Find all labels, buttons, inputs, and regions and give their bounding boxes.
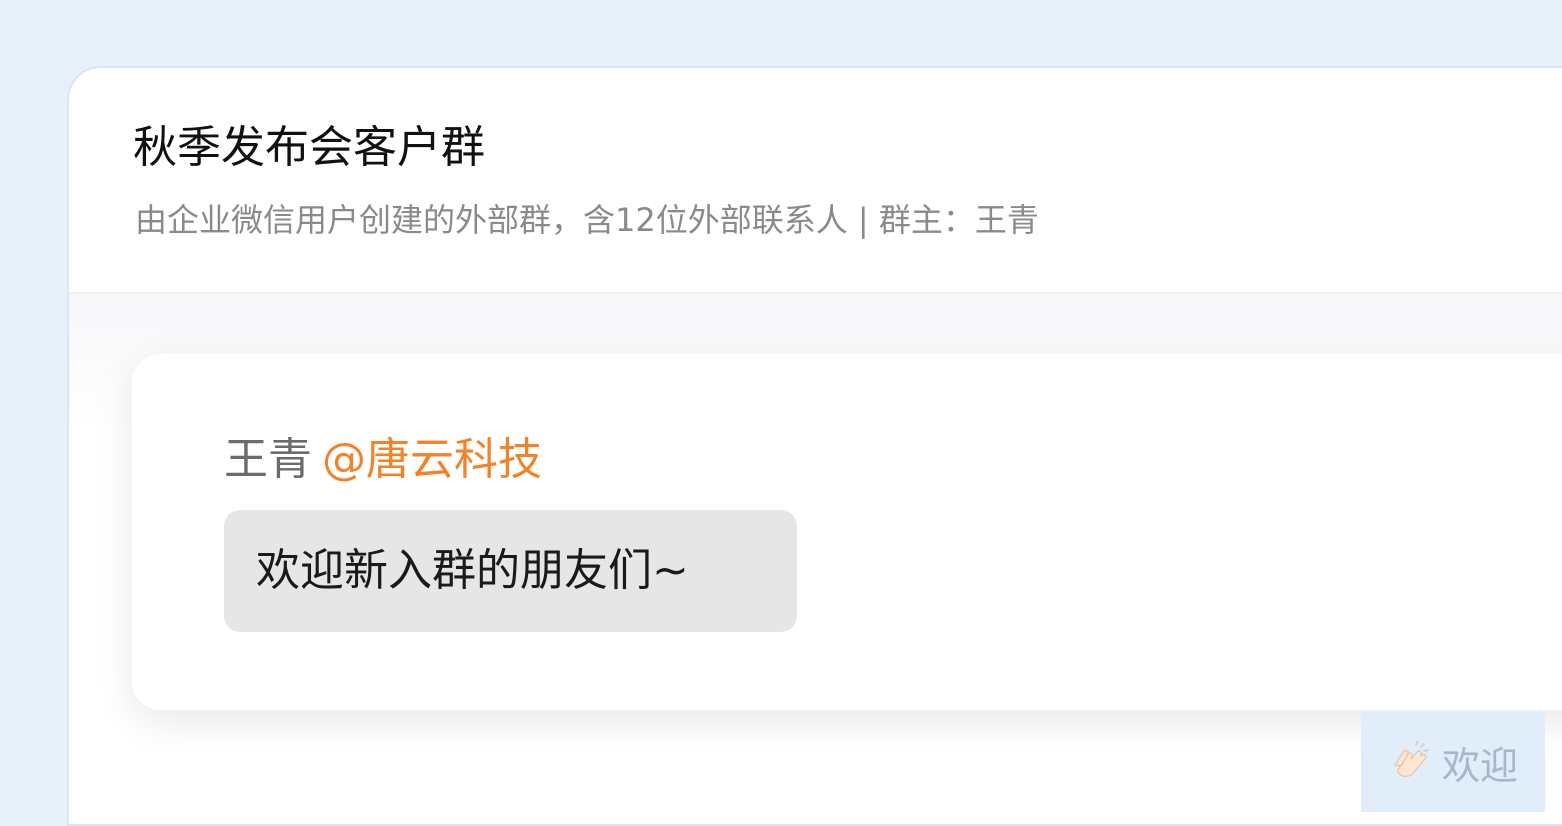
group-title: 秋季发布会客户群 bbox=[133, 122, 485, 173]
group-header: 秋季发布会客户群 由企业微信用户创建的外部群，含12位外部联系人 | 群主：王青 bbox=[69, 68, 1562, 294]
clapping-hands-icon bbox=[1388, 740, 1432, 784]
welcome-button[interactable]: 欢迎 bbox=[1361, 712, 1545, 812]
group-subtitle: 由企业微信用户创建的外部群，含12位外部联系人 | 群主：王青 bbox=[135, 201, 1039, 239]
message-card: 王青 @唐云科技 欢迎新入群的朋友们~ bbox=[132, 354, 1562, 710]
group-chat-panel: 秋季发布会客户群 由企业微信用户创建的外部群，含12位外部联系人 | 群主：王青… bbox=[67, 66, 1562, 826]
sender-row: 王青 @唐云科技 bbox=[224, 428, 542, 492]
welcome-button-label: 欢迎 bbox=[1441, 743, 1518, 788]
chat-area: 王青 @唐云科技 欢迎新入群的朋友们~ 欢迎 bbox=[69, 294, 1562, 824]
sender-name: 王青 bbox=[224, 434, 312, 485]
sender-corp-tag: @唐云科技 bbox=[322, 434, 542, 485]
message-bubble: 欢迎新入群的朋友们~ bbox=[224, 510, 797, 632]
